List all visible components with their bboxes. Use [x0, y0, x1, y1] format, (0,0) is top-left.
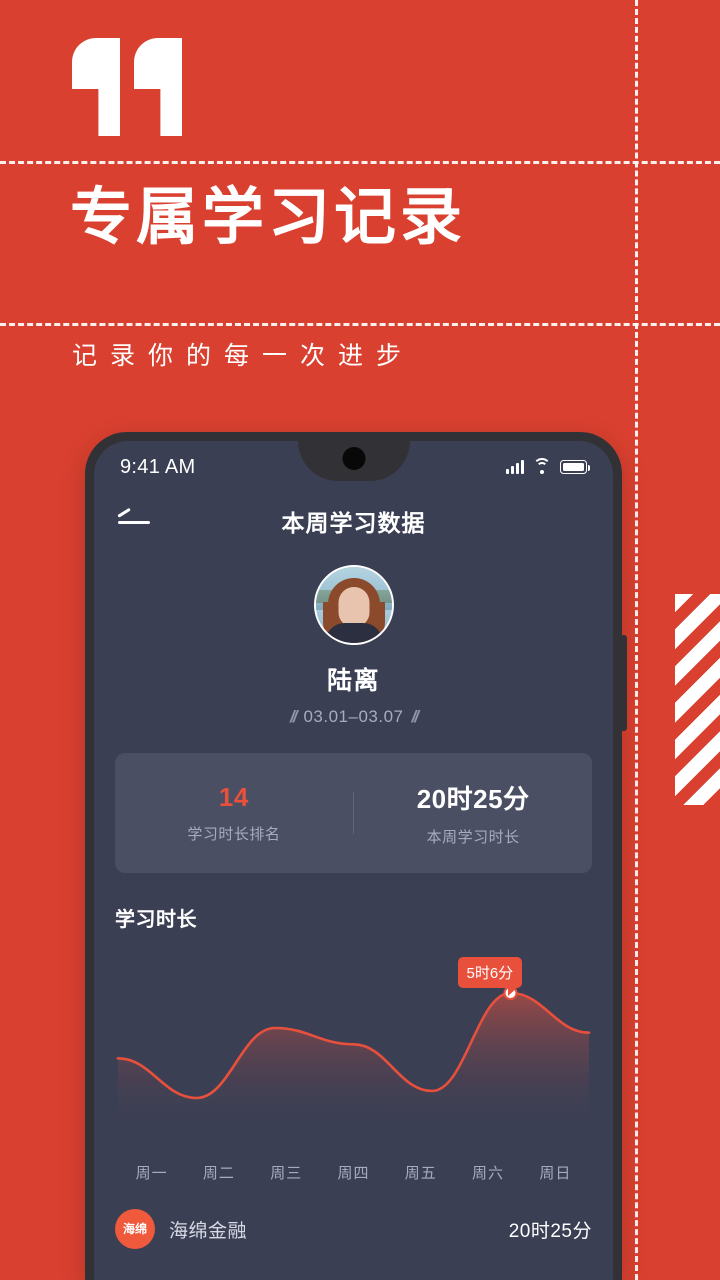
page-title: 专属学习记录	[70, 183, 467, 252]
profile-block: 陆离 // 03.01–03.07 //	[94, 565, 613, 727]
app-icon: 海绵	[115, 1209, 155, 1249]
chart-day-label-6: 周六	[472, 1165, 505, 1182]
avatar[interactable]	[313, 565, 394, 645]
quotation-mark-icon	[72, 38, 182, 138]
chart-day-label-1: 周一	[135, 1165, 168, 1182]
guide-line-horizontal-bottom	[0, 323, 720, 326]
cellular-signal-icon	[506, 460, 524, 474]
slash-decoration-right: //	[411, 707, 420, 726]
status-time: 9:41 AM	[120, 455, 196, 478]
slash-decoration-left: //	[290, 707, 298, 726]
chart-day-label-4: 周四	[337, 1165, 370, 1182]
stat-duration: 20时25分 本周学习时长	[354, 779, 592, 847]
phone-mockup: 9:41 AM 本周学习数据 陆离 // 03.01–03.07 // 14 学…	[85, 432, 627, 1280]
waterdrop-notch	[297, 441, 410, 481]
chart-section-title: 学习时长	[115, 909, 197, 931]
app-page-title: 本周学习数据	[281, 510, 426, 536]
stat-duration-value: 20时25分	[416, 784, 530, 814]
chart-day-axis: 周一 周二 周三 周四 周五 周六 周日	[94, 1162, 613, 1183]
phone-screen: 9:41 AM 本周学习数据 陆离 // 03.01–03.07 // 14 学…	[94, 441, 613, 1280]
page-subtitle: 记录你的每一次进步	[72, 342, 415, 370]
chart-tooltip: 5时6分	[457, 957, 523, 996]
chart-day-label-5: 周五	[404, 1165, 437, 1182]
back-arrow-icon[interactable]	[118, 510, 152, 532]
stat-rank-label: 学习时长排名	[187, 826, 281, 843]
chart-area-fill	[118, 993, 589, 1126]
date-range: // 03.01–03.07 //	[94, 707, 613, 727]
chart-day-label-3: 周三	[270, 1165, 303, 1182]
chart-svg	[116, 986, 591, 1126]
stat-rank-value: 14	[218, 782, 249, 812]
app-header: 本周学习数据	[94, 493, 613, 549]
phone-side-button	[621, 635, 627, 731]
guide-line-vertical	[635, 0, 638, 1280]
stats-card: 14 学习时长排名 20时25分 本周学习时长	[115, 753, 592, 873]
chart-day-label-2: 周二	[202, 1165, 235, 1182]
study-duration-chart[interactable]: 5时6分	[94, 946, 613, 1156]
diagonal-stripe-decoration	[675, 594, 720, 805]
front-camera-icon	[342, 447, 365, 470]
app-duration: 20时25分	[508, 1220, 592, 1242]
chart-day-label-7: 周日	[539, 1165, 572, 1182]
battery-full-icon	[560, 460, 590, 474]
user-name: 陆离	[326, 667, 380, 695]
stat-rank: 14 学习时长排名	[115, 782, 353, 844]
wifi-icon	[533, 458, 551, 474]
list-item[interactable]: 海绵 海绵金融 20时25分	[115, 1209, 592, 1249]
date-range-text: 03.01–03.07	[303, 707, 404, 726]
app-usage-list: 海绵 海绵金融 20时25分	[94, 1209, 613, 1249]
stat-duration-label: 本周学习时长	[426, 829, 520, 846]
app-name: 海绵金融	[169, 1220, 248, 1242]
guide-line-horizontal-top	[0, 161, 720, 164]
